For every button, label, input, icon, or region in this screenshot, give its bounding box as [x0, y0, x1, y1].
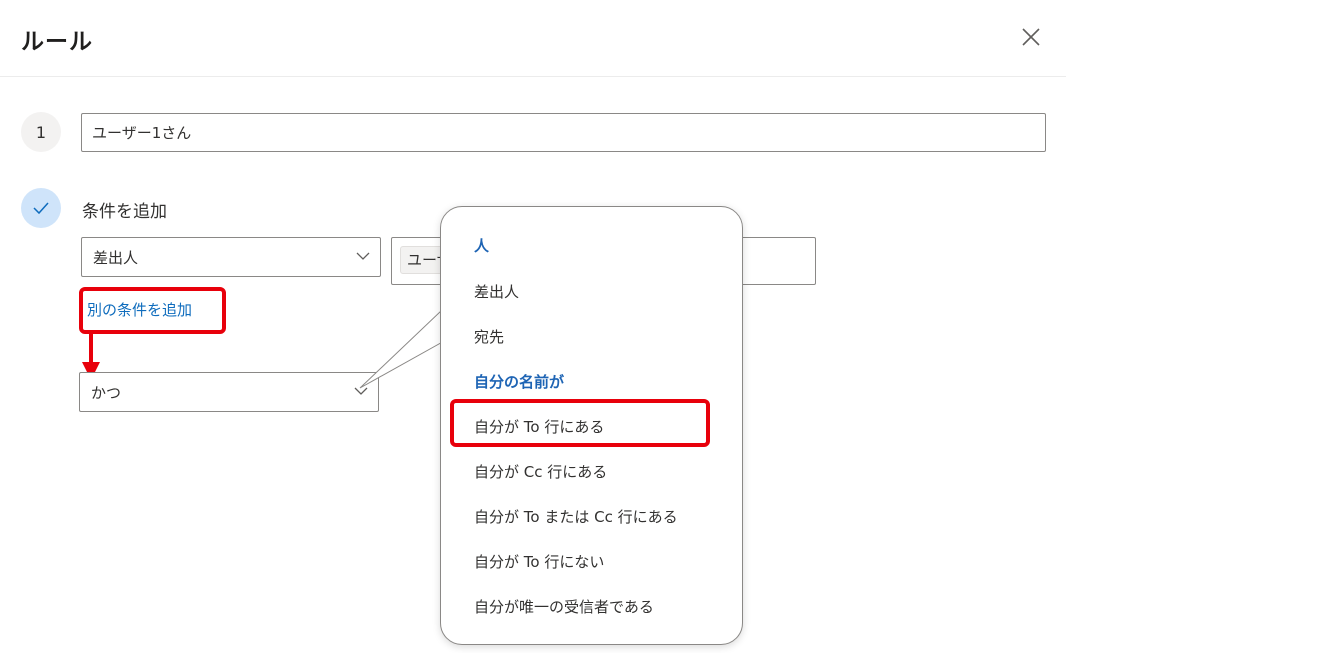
rule-name-input[interactable]: [81, 113, 1046, 152]
checkmark-icon: [33, 202, 49, 215]
chevron-down-icon: [356, 252, 370, 260]
group-header-my-name: 自分の名前が: [474, 373, 565, 391]
step-number: 1: [35, 122, 47, 142]
option-on-cc-line[interactable]: 自分が Cc 行にある: [474, 461, 607, 482]
connector-value: かつ: [91, 383, 122, 402]
condition-connector-select[interactable]: かつ: [79, 372, 379, 412]
condition-type-value: 差出人: [93, 248, 139, 267]
step-complete-badge: [21, 188, 61, 228]
highlight-box-to-line-option: [450, 399, 710, 447]
option-on-to-or-cc-line[interactable]: 自分が To または Cc 行にある: [474, 506, 678, 527]
condition-type-select[interactable]: 差出人: [81, 237, 381, 277]
highlight-box-add-link: [79, 287, 226, 334]
option-to[interactable]: 宛先: [474, 326, 504, 347]
close-icon[interactable]: [1018, 24, 1044, 50]
add-condition-label: 条件を追加: [82, 202, 167, 222]
step-number-badge: 1: [21, 112, 61, 152]
option-not-on-to-line[interactable]: 自分が To 行にない: [474, 551, 604, 572]
panel-title: ルール: [21, 29, 93, 55]
panel-header: ルール: [0, 0, 1066, 77]
option-only-recipient[interactable]: 自分が唯一の受信者である: [474, 596, 654, 617]
group-header-people: 人: [474, 237, 490, 255]
option-from[interactable]: 差出人: [474, 281, 519, 302]
